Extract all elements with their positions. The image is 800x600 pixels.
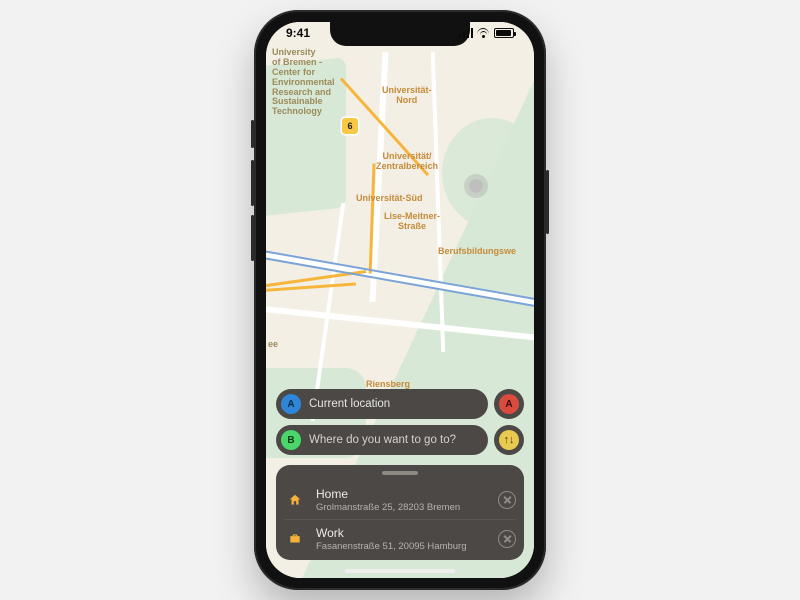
from-field[interactable]: A Current location xyxy=(276,389,488,419)
status-bar: 9:41 xyxy=(266,26,534,40)
poi-label: Berufsbildungswe xyxy=(438,247,516,257)
poi-label: ee xyxy=(268,340,278,350)
home-icon xyxy=(284,489,306,511)
battery-icon xyxy=(494,28,514,38)
screen: 9:41 6 Univer xyxy=(266,22,534,578)
phone-frame: 9:41 6 Univer xyxy=(254,10,546,590)
badge-a-icon: A xyxy=(499,394,519,414)
badge-a-icon: A xyxy=(281,394,301,414)
map-greenspace xyxy=(442,118,534,228)
cellular-icon xyxy=(459,28,474,38)
to-field[interactable]: B Where do you want to go to? xyxy=(276,425,488,455)
favorite-address: Grolmanstraße 25, 28203 Bremen xyxy=(316,502,488,513)
badge-b-icon: B xyxy=(281,430,301,450)
clear-from-button[interactable]: A xyxy=(494,389,524,419)
remove-favorite-button[interactable] xyxy=(498,491,516,509)
route-inputs: A Current location B Where do you want t… xyxy=(276,389,524,455)
poi-label: Lise-Meitner- Straße xyxy=(384,212,440,232)
power-button xyxy=(546,170,549,234)
poi-label: Universität- Nord xyxy=(382,86,432,106)
mute-switch xyxy=(251,120,254,148)
briefcase-icon xyxy=(284,528,306,550)
favorite-row[interactable]: Home Grolmanstraße 25, 28203 Bremen xyxy=(284,481,516,519)
home-indicator[interactable] xyxy=(345,569,455,573)
wifi-icon xyxy=(477,28,490,38)
favorite-address: Fasanenstraße 51, 20095 Hamburg xyxy=(316,541,488,552)
route-panel: A Current location B Where do you want t… xyxy=(276,389,524,560)
sheet-grabber[interactable] xyxy=(382,471,418,475)
poi-label: Riensberg xyxy=(366,380,410,390)
from-label: Current location xyxy=(309,398,390,410)
current-location-marker[interactable] xyxy=(464,174,488,198)
status-time: 9:41 xyxy=(286,26,310,40)
volume-up xyxy=(251,160,254,206)
status-right xyxy=(459,28,515,38)
poi-label: University of Bremen - Center for Enviro… xyxy=(272,48,350,117)
swap-icon: ↑↓ xyxy=(499,430,519,450)
volume-down xyxy=(251,215,254,261)
favorite-title: Work xyxy=(316,526,488,540)
poi-label: Universität-Süd xyxy=(356,194,423,204)
route-shield-icon: 6 xyxy=(342,118,358,134)
favorite-row[interactable]: Work Fasanenstraße 51, 20095 Hamburg xyxy=(284,519,516,558)
poi-label: Universität/ Zentralbereich xyxy=(376,152,438,172)
remove-favorite-button[interactable] xyxy=(498,530,516,548)
swap-route-button[interactable]: ↑↓ xyxy=(494,425,524,455)
favorite-title: Home xyxy=(316,487,488,501)
favorites-card: Home Grolmanstraße 25, 28203 Bremen Work… xyxy=(276,465,524,560)
to-placeholder: Where do you want to go to? xyxy=(309,434,456,446)
